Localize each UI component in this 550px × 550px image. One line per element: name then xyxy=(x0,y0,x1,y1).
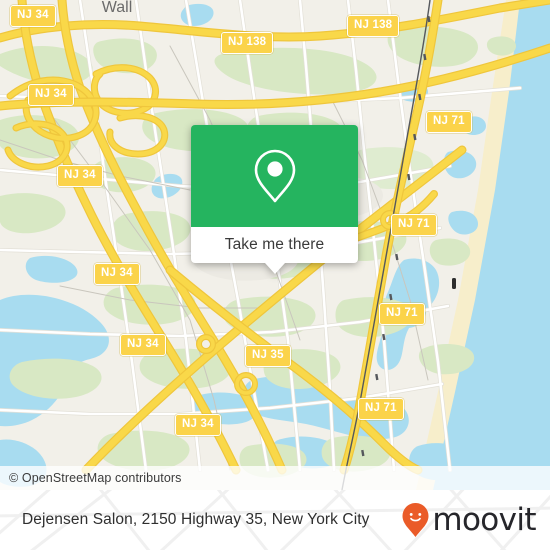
location-popup-card[interactable]: Take me there xyxy=(191,125,358,274)
attribution-text: © OpenStreetMap contributors xyxy=(9,471,182,485)
footer-bar: Dejensen Salon, 2150 Highway 35, New Yor… xyxy=(0,490,550,550)
moovit-map-screenshot: .ld { fill:#f2f0e9; } .wt { fill:#a8dcf0… xyxy=(0,0,550,550)
popup-header xyxy=(191,125,358,227)
map-attribution-bar: © OpenStreetMap contributors xyxy=(0,466,550,490)
moovit-wordmark: moovit xyxy=(432,501,536,538)
popup-pointer-tail xyxy=(264,263,285,274)
take-me-there-button[interactable]: Take me there xyxy=(191,227,358,263)
moovit-pin-icon xyxy=(402,503,429,537)
location-title: Dejensen Salon, 2150 Highway 35, New Yor… xyxy=(22,511,370,528)
moovit-logo[interactable]: moovit xyxy=(401,501,537,538)
svg-text:Wall: Wall xyxy=(102,0,133,16)
take-me-there-label: Take me there xyxy=(224,236,325,253)
map-pin-icon xyxy=(254,149,295,203)
